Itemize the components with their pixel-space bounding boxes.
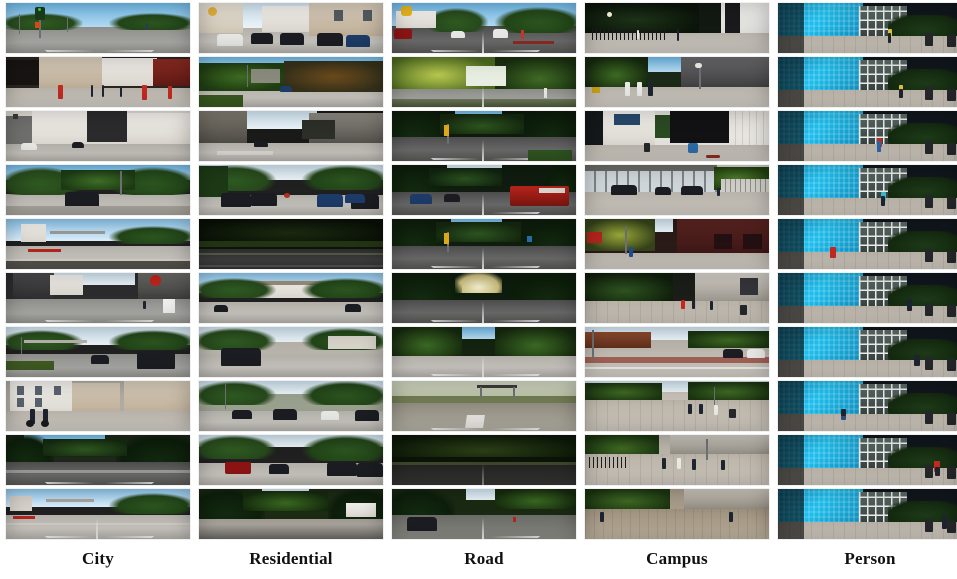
thumbnail-road-0[interactable]	[392, 3, 576, 53]
thumbnail-road-8[interactable]	[392, 435, 576, 485]
thumbnail-city-8[interactable]	[6, 435, 190, 485]
thumbnail-road-4[interactable]	[392, 219, 576, 269]
thumbnail-campus-9[interactable]	[585, 489, 769, 539]
thumbnail-city-9[interactable]	[6, 489, 190, 539]
thumbnail-residential-2[interactable]	[199, 111, 383, 161]
thumbnail-campus-4[interactable]	[585, 219, 769, 269]
thumbnail-city-4[interactable]	[6, 219, 190, 269]
thumbnail-campus-2[interactable]	[585, 111, 769, 161]
thumbnail-campus-3[interactable]	[585, 165, 769, 215]
thumbnail-campus-5[interactable]	[585, 273, 769, 323]
thumbnail-person-9[interactable]	[778, 489, 957, 539]
thumbnail-person-3[interactable]	[778, 165, 957, 215]
thumbnail-residential-0[interactable]	[199, 3, 383, 53]
thumbnail-road-2[interactable]	[392, 111, 576, 161]
thumbnail-city-2[interactable]	[6, 111, 190, 161]
thumbnail-city-3[interactable]	[6, 165, 190, 215]
thumbnail-city-7[interactable]	[6, 381, 190, 431]
thumbnail-residential-4[interactable]	[199, 219, 383, 269]
thumbnail-residential-7[interactable]	[199, 381, 383, 431]
thumbnail-campus-0[interactable]	[585, 3, 769, 53]
thumbnail-campus-6[interactable]	[585, 327, 769, 377]
thumbnail-city-6[interactable]	[6, 327, 190, 377]
thumbnail-city-1[interactable]	[6, 57, 190, 107]
thumbnail-grid	[0, 0, 957, 545]
thumbnail-person-5[interactable]	[778, 273, 957, 323]
thumbnail-person-4[interactable]	[778, 219, 957, 269]
column-label-residential: Residential	[249, 549, 333, 568]
thumbnail-residential-1[interactable]	[199, 57, 383, 107]
thumbnail-residential-3[interactable]	[199, 165, 383, 215]
column-label-campus: Campus	[646, 549, 708, 568]
thumbnail-person-8[interactable]	[778, 435, 957, 485]
thumbnail-person-7[interactable]	[778, 381, 957, 431]
thumbnail-person-2[interactable]	[778, 111, 957, 161]
thumbnail-person-0[interactable]	[778, 3, 957, 53]
thumbnail-residential-6[interactable]	[199, 327, 383, 377]
thumbnail-campus-7[interactable]	[585, 381, 769, 431]
column-label-road: Road	[464, 549, 504, 568]
thumbnail-road-5[interactable]	[392, 273, 576, 323]
column-label-person: Person	[844, 549, 896, 568]
thumbnail-person-6[interactable]	[778, 327, 957, 377]
thumbnail-residential-9[interactable]	[199, 489, 383, 539]
thumbnail-residential-8[interactable]	[199, 435, 383, 485]
thumbnail-campus-1[interactable]	[585, 57, 769, 107]
thumbnail-road-7[interactable]	[392, 381, 576, 431]
category-labels: https://blog.csdn.net/Fadbvovo10博客 City …	[0, 545, 957, 579]
thumbnail-residential-5[interactable]	[199, 273, 383, 323]
thumbnail-person-1[interactable]	[778, 57, 957, 107]
thumbnail-campus-8[interactable]	[585, 435, 769, 485]
thumbnail-city-0[interactable]	[6, 3, 190, 53]
thumbnail-road-9[interactable]	[392, 489, 576, 539]
kitti-category-montage: https://blog.csdn.net/Fadbvovo10博客 City …	[0, 0, 957, 579]
thumbnail-road-1[interactable]	[392, 57, 576, 107]
thumbnail-city-5[interactable]	[6, 273, 190, 323]
column-label-city: City	[82, 549, 114, 568]
thumbnail-road-3[interactable]	[392, 165, 576, 215]
thumbnail-road-6[interactable]	[392, 327, 576, 377]
